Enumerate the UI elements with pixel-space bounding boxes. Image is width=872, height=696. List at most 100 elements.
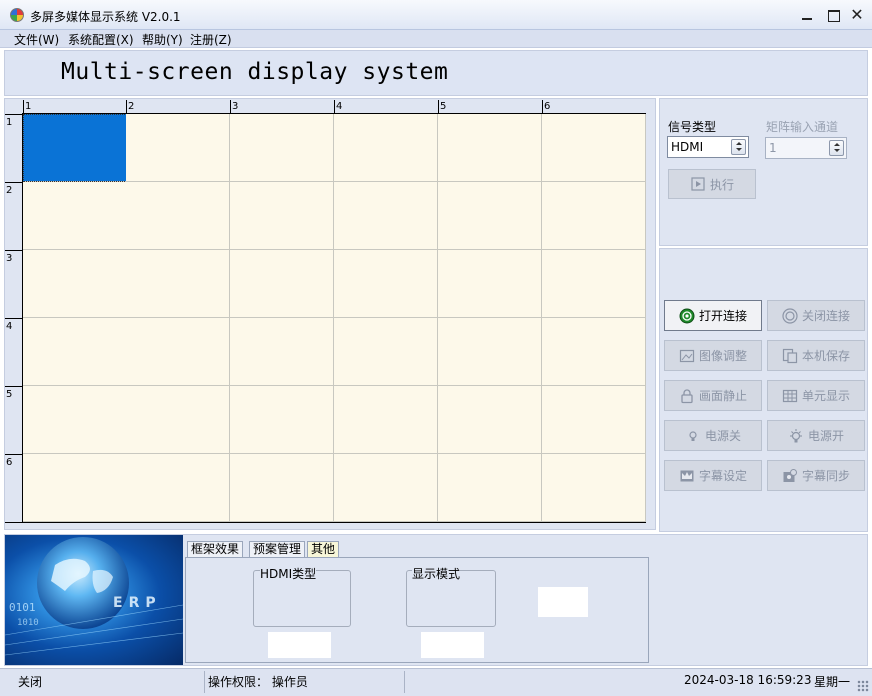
screen-cell-1-2[interactable] [126,114,230,182]
screen-cell-6-3[interactable] [230,454,334,522]
blank-box[interactable] [538,587,588,617]
chevron-updown-icon[interactable] [731,139,746,155]
menu-bar: 文件(W) 系统配置(X) 帮助(Y) 注册(Z) [0,30,872,48]
screen-cell-3-4[interactable] [334,250,438,318]
menu-register[interactable]: 注册(Z) [190,31,232,48]
menu-system-config[interactable]: 系统配置(X) [68,31,134,48]
screen-cell-5-2[interactable] [126,386,230,454]
caption-settings-button[interactable]: 字幕设定 [664,460,762,491]
connect-icon [679,308,695,324]
grid-icon [782,388,798,404]
lock-icon [679,388,695,404]
screen-cell-6-1[interactable] [23,454,127,522]
screen-cell-4-3[interactable] [230,318,334,386]
row-header: 1 [5,114,22,182]
tab-frame-effect[interactable]: 框架效果 [187,541,244,558]
screen-cell-6-4[interactable] [334,454,438,522]
close-button[interactable]: ✕ [846,5,868,25]
screen-cell-6-2[interactable] [126,454,230,522]
hdmi-type-value-box[interactable] [268,632,331,658]
image-adjust-button[interactable]: 图像调整 [664,340,762,371]
power-on-button[interactable]: 电源开 [767,420,865,451]
menu-help[interactable]: 帮助(Y) [142,31,183,48]
execute-button[interactable]: 执行 [668,169,756,199]
screen-cell-3-3[interactable] [230,250,334,318]
screen-cell-4-6[interactable] [542,318,646,386]
screen-cell-5-3[interactable] [230,386,334,454]
screen-cell-1-5[interactable] [438,114,542,182]
screen-cell-2-5[interactable] [438,182,542,250]
erp-text: ERP [113,595,162,611]
power-off-button[interactable]: 电源关 [664,420,762,451]
maximize-button[interactable] [822,5,844,25]
screen-cell-5-4[interactable] [334,386,438,454]
close-connection-label: 关闭连接 [801,309,850,323]
screen-cell-5-6[interactable] [542,386,646,454]
screen-cell-5-1[interactable] [23,386,127,454]
picture-freeze-button[interactable]: 画面静止 [664,380,762,411]
caption-sync-label: 字幕同步 [801,469,850,483]
crown-icon [679,468,695,484]
row-header: 4 [5,318,22,386]
svg-text:1010: 1010 [17,618,39,628]
screen-cell-3-2[interactable] [126,250,230,318]
display-mode-label: 显示模式 [412,565,461,582]
status-separator [204,671,205,693]
caption-settings-label: 字幕设定 [698,469,747,483]
bulb-off-icon [685,428,701,444]
screen-cell-3-6[interactable] [542,250,646,318]
banner-title: Multi-screen display system [61,59,449,85]
local-save-button[interactable]: 本机保存 [767,340,865,371]
earth-banner-image: 0101 1010 ERP [5,535,183,665]
status-permission: 操作权限： 操作员 [208,675,308,689]
image-adjust-label: 图像调整 [698,349,747,363]
screen-cell-2-1[interactable] [23,182,127,250]
close-connection-button[interactable]: 关闭连接 [767,300,865,331]
screen-cell-1-3[interactable] [230,114,334,182]
screen-cell-1-4[interactable] [334,114,438,182]
sync-icon [782,468,798,484]
screen-cell-4-4[interactable] [334,318,438,386]
unit-display-button[interactable]: 单元显示 [767,380,865,411]
display-mode-value-box[interactable] [421,632,484,658]
tab-other[interactable]: 其他 [307,541,340,558]
hdmi-type-label: HDMI类型 [260,565,317,582]
screen-cell-2-2[interactable] [126,182,230,250]
screen-cell-4-1[interactable] [23,318,127,386]
minimize-button[interactable] [796,5,818,25]
screen-cell-3-1[interactable] [23,250,127,318]
menu-file[interactable]: 文件(W) [14,31,59,48]
screen-cell-6-6[interactable] [542,454,646,522]
matrix-input-select[interactable]: 1 [765,137,847,159]
screen-cell-2-3[interactable] [230,182,334,250]
row-header: 6 [5,454,22,522]
open-connection-label: 打开连接 [698,309,747,323]
column-header: 6 [542,100,551,114]
open-connection-button[interactable]: 打开连接 [664,300,762,331]
screen-cell-1-6[interactable] [542,114,646,182]
globe-icon: 0101 1010 ERP [5,537,183,656]
row-header: 3 [5,250,22,318]
status-bar: 关闭 操作权限： 操作员 2024-03-18 16:59:23 星期一 [0,668,872,696]
matrix-input-value: 1 [769,141,777,155]
picture-freeze-label: 画面静止 [698,389,747,403]
title-bar: 多屏多媒体显示系统 V2.0.1 ✕ [0,0,872,30]
signal-type-select[interactable]: HDMI [667,136,749,158]
column-header: 1 [23,100,32,114]
screen-cell-5-5[interactable] [438,386,542,454]
screen-cell-3-5[interactable] [438,250,542,318]
status-connection: 关闭 [18,675,43,689]
bottom-area: 0101 1010 ERP 框架效果 预案管理 其他 HDMI类型 显示模式 [4,534,868,666]
caption-sync-button[interactable]: 字幕同步 [767,460,865,491]
screen-cell-4-2[interactable] [126,318,230,386]
chevron-updown-icon[interactable] [829,140,844,156]
screen-cell-6-5[interactable] [438,454,542,522]
screen-cell-2-4[interactable] [334,182,438,250]
tab-preset-management[interactable]: 预案管理 [249,541,306,558]
screen-cell-1-1[interactable] [23,114,127,182]
resize-grip-icon[interactable] [857,680,869,692]
screen-cell-4-5[interactable] [438,318,542,386]
status-datetime: 2024-03-18 16:59:23 [684,673,812,687]
signal-type-label: 信号类型 [668,120,717,134]
screen-cell-2-6[interactable] [542,182,646,250]
